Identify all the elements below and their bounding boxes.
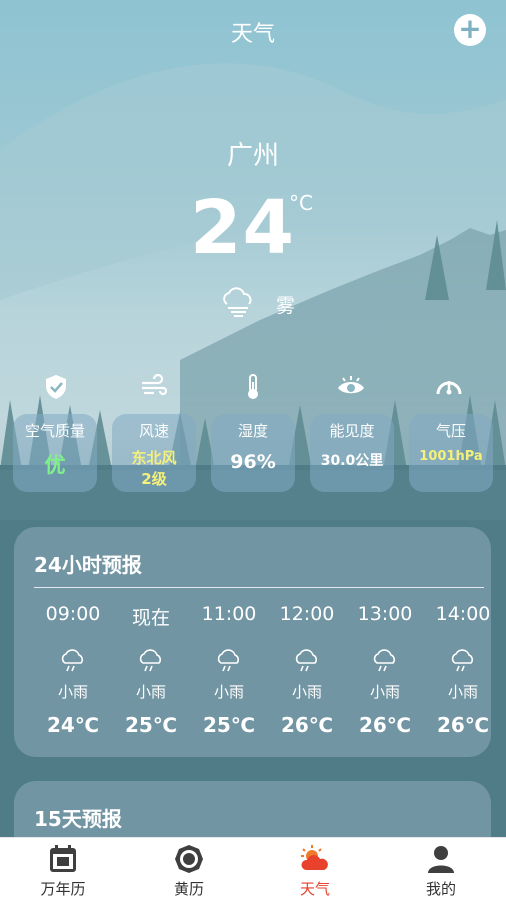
rain-cloud-icon [373, 649, 396, 672]
page-title: 天气 [230, 22, 275, 47]
air-quality-label: 空气质量 [24, 422, 85, 440]
hour-temperature: 26℃ [280, 713, 334, 737]
hour-condition: 小雨 [447, 683, 478, 701]
nav-label: 黄历 [173, 880, 204, 898]
hour-time: 09:00 [45, 603, 101, 625]
rain-cloud-icon [451, 649, 474, 672]
wind-icon [142, 373, 168, 396]
current-condition: 雾 [276, 295, 296, 317]
hour-temperature: 25℃ [202, 713, 256, 737]
add-city-button[interactable]: + [454, 14, 486, 46]
eye-icon [338, 376, 364, 394]
wind-level-value: 2级 [141, 470, 167, 488]
hour-condition: 小雨 [213, 683, 244, 701]
hour-time: 13:00 [357, 603, 413, 625]
humidity-value: 96% [230, 451, 276, 473]
hour-temperature: 24℃ [46, 713, 100, 737]
rain-cloud-icon [61, 649, 84, 672]
hour-temperature: 26℃ [436, 713, 490, 737]
hour-temperature: 26℃ [358, 713, 412, 737]
daily-forecast-title: 15天预报 [34, 807, 122, 831]
hour-condition: 小雨 [369, 683, 400, 701]
pressure-label: 气压 [435, 422, 466, 440]
rain-cloud-icon [139, 649, 162, 672]
visibility-label: 能见度 [329, 422, 375, 440]
hourly-scroll-list[interactable]: 09:00 现在 11:00 12:00 13:00 14:00 小雨 小雨 小… [14, 527, 491, 757]
shield-check-icon [46, 375, 66, 399]
humidity-label: 湿度 [237, 422, 268, 440]
hour-condition: 小雨 [57, 683, 88, 701]
hour-condition: 小雨 [291, 683, 322, 701]
wind-label: 风速 [138, 422, 169, 440]
hour-time: 14:00 [435, 603, 491, 625]
pressure-value: 1001hPa [419, 449, 483, 464]
rain-cloud-icon [295, 649, 318, 672]
hour-time: 12:00 [279, 603, 335, 625]
city-name: 广州 [226, 141, 279, 171]
hour-time: 11:00 [201, 603, 257, 625]
nav-label: 我的 [425, 880, 456, 898]
wind-direction-value: 东北风 [131, 449, 177, 467]
nav-item-profile[interactable]: 我的 [378, 838, 504, 900]
hour-time: 现在 [131, 607, 170, 629]
hour-condition: 小雨 [135, 683, 166, 701]
calendar-icon [50, 845, 76, 872]
plus-icon: + [458, 12, 482, 45]
thermometer-icon [248, 374, 258, 399]
rain-cloud-icon [217, 649, 240, 672]
bottom-navigation: 万年历 黄历 天气 我的 [0, 837, 506, 900]
nav-item-weather[interactable]: 天气 [252, 838, 378, 900]
weather-sun-cloud-icon [301, 845, 328, 870]
weather-screen: 天气 + 广州 24 °C 雾 空气质量 风速 湿度 能见度 气压 优 东北风 … [0, 0, 506, 900]
temperature-unit: °C [289, 191, 313, 215]
hourly-forecast-card[interactable]: 24小时预报 09:00 现在 11:00 12:00 13:00 14:00 … [14, 527, 491, 757]
almanac-icon [175, 845, 203, 873]
visibility-value: 30.0公里 [320, 453, 384, 469]
nav-label: 天气 [299, 880, 330, 898]
current-temperature: 24 [190, 185, 295, 271]
gauge-icon [436, 381, 462, 395]
nav-label: 万年历 [40, 880, 86, 898]
user-icon [428, 846, 454, 873]
fog-cloud-icon [223, 287, 252, 317]
nav-item-calendar[interactable]: 万年历 [0, 838, 126, 900]
nav-item-almanac[interactable]: 黄历 [126, 838, 252, 900]
hour-temperature: 25℃ [124, 713, 178, 737]
air-quality-value: 优 [44, 453, 66, 477]
